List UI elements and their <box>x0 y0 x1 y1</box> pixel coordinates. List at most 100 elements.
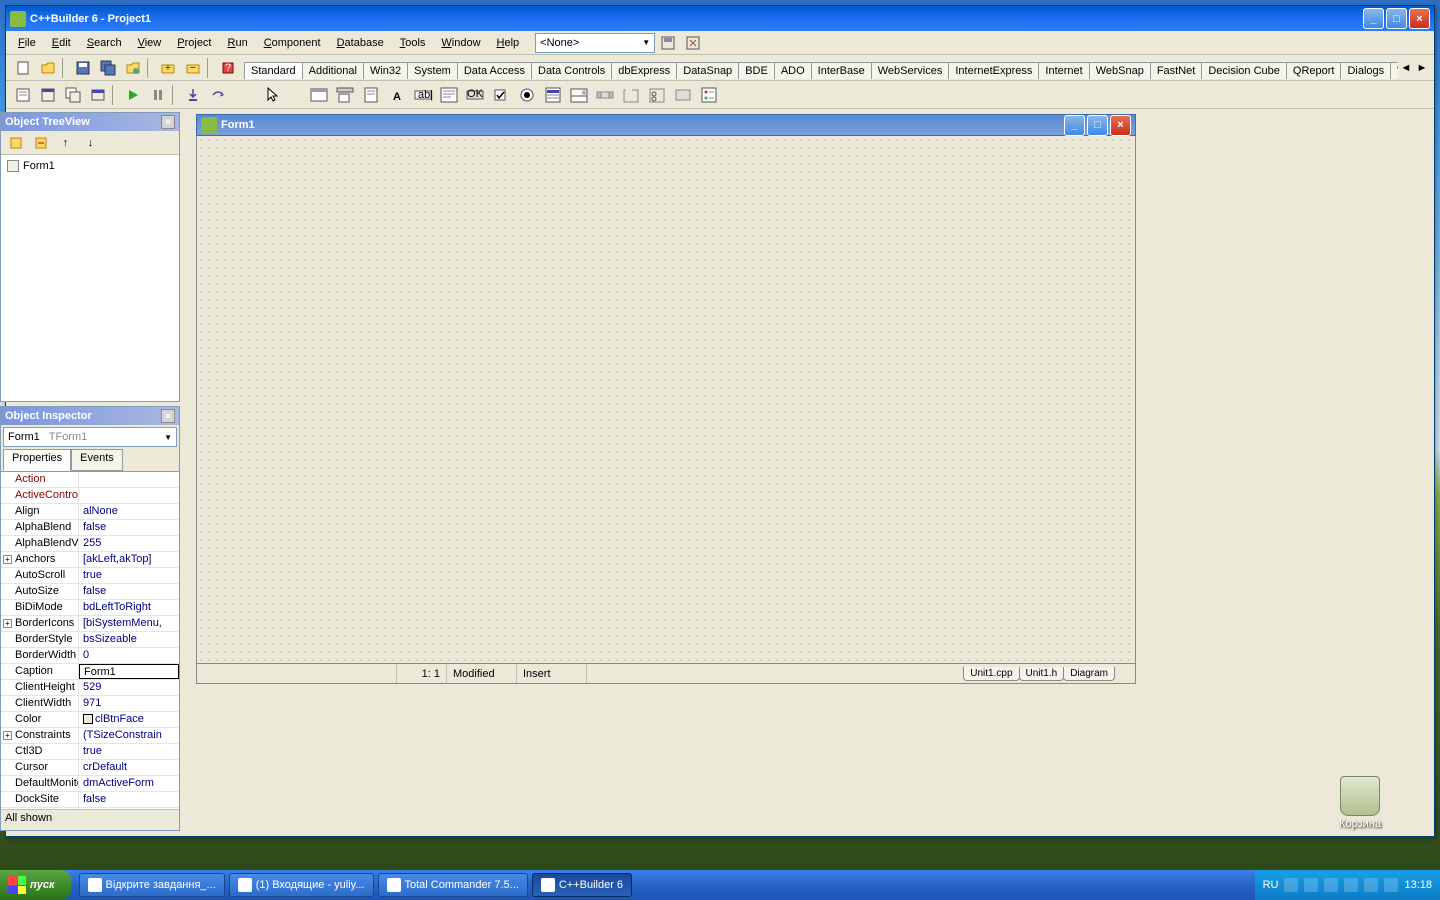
form-minimize-button[interactable]: _ <box>1064 115 1085 136</box>
palette-tab-win3[interactable]: Win 3... <box>1390 62 1398 79</box>
taskbar-button[interactable]: Відкрите завдання_... <box>79 873 225 897</box>
tab-diagram[interactable]: Diagram <box>1063 667 1115 681</box>
desktop-combo[interactable]: <None> ▼ <box>535 33 655 53</box>
palette-scroll-right-icon[interactable]: ► <box>1414 60 1430 76</box>
property-row[interactable]: ColorclBtnFace <box>1 712 179 728</box>
property-row[interactable]: AutoSizefalse <box>1 584 179 600</box>
pointer-icon[interactable] <box>260 82 286 108</box>
component-memo-icon[interactable] <box>436 82 462 108</box>
tray-icon[interactable] <box>1284 878 1298 892</box>
add-file-icon[interactable]: + <box>156 57 179 79</box>
property-row[interactable]: CaptionForm1 <box>1 664 179 680</box>
component-listbox-icon[interactable] <box>540 82 566 108</box>
palette-tab-system[interactable]: System <box>407 62 458 79</box>
form-maximize-button[interactable]: □ <box>1087 115 1108 136</box>
remove-file-icon[interactable]: − <box>181 57 204 79</box>
property-grid[interactable]: ActionActiveControlAlignalNoneAlphaBlend… <box>1 471 179 809</box>
property-value[interactable]: 0 <box>79 648 179 663</box>
taskbar-button[interactable]: C++Builder 6 <box>532 873 632 897</box>
component-label-icon[interactable]: A <box>384 82 410 108</box>
inspector-close-icon[interactable]: × <box>161 409 175 423</box>
component-mainmenu-icon[interactable] <box>332 82 358 108</box>
property-value[interactable]: alNone <box>79 504 179 519</box>
property-value[interactable]: clBtnFace <box>79 712 179 727</box>
component-actionlist-icon[interactable] <box>696 82 722 108</box>
palette-tab-qreport[interactable]: QReport <box>1286 62 1342 79</box>
property-row[interactable]: BiDiModebdLeftToRight <box>1 600 179 616</box>
property-value[interactable] <box>79 472 179 487</box>
menu-edit[interactable]: Edit <box>44 35 79 51</box>
trace-into-icon[interactable] <box>181 84 204 106</box>
palette-tab-internet[interactable]: Internet <box>1038 62 1089 79</box>
open-icon[interactable] <box>36 57 59 79</box>
tree-new-icon[interactable] <box>4 132 27 154</box>
palette-tab-dialogs[interactable]: Dialogs <box>1340 62 1391 79</box>
property-row[interactable]: ClientWidth971 <box>1 696 179 712</box>
property-row[interactable]: DefaultMonitordmActiveForm <box>1 776 179 792</box>
start-button[interactable]: пуск <box>0 870 71 900</box>
form-canvas[interactable] <box>196 136 1136 664</box>
component-popupmenu-icon[interactable] <box>358 82 384 108</box>
new-icon[interactable] <box>11 57 34 79</box>
menu-component[interactable]: Component <box>256 35 329 51</box>
saveall-icon[interactable] <box>96 57 119 79</box>
property-value[interactable]: [biSystemMenu, <box>79 616 179 631</box>
tray-icon[interactable] <box>1324 878 1338 892</box>
palette-tab-websnap[interactable]: WebSnap <box>1089 62 1151 79</box>
menu-project[interactable]: Project <box>169 35 219 51</box>
titlebar[interactable]: C++Builder 6 - Project1 _ □ × <box>6 6 1434 31</box>
palette-tab-fastnet[interactable]: FastNet <box>1150 62 1203 79</box>
menu-search[interactable]: Search <box>79 35 130 51</box>
tray-icon[interactable] <box>1364 878 1378 892</box>
save-desktop-icon[interactable] <box>656 32 679 54</box>
property-value[interactable]: crDefault <box>79 760 179 775</box>
component-radiogroup-icon[interactable] <box>644 82 670 108</box>
form-titlebar[interactable]: Form1 _ □ × <box>196 114 1136 136</box>
component-edit-icon[interactable]: ab| <box>410 82 436 108</box>
open-project-icon[interactable] <box>121 57 144 79</box>
property-row[interactable]: +Anchors[akLeft,akTop] <box>1 552 179 568</box>
run-icon[interactable] <box>121 84 144 106</box>
property-row[interactable]: DockSitefalse <box>1 792 179 808</box>
expand-icon[interactable]: + <box>3 555 12 564</box>
tree-item[interactable]: Form1 <box>5 159 175 173</box>
tab-events[interactable]: Events <box>71 449 123 471</box>
palette-tab-decisioncube[interactable]: Decision Cube <box>1201 62 1287 79</box>
tray-icon[interactable] <box>1384 878 1398 892</box>
palette-tab-win32[interactable]: Win32 <box>363 62 408 79</box>
property-value[interactable]: 971 <box>79 696 179 711</box>
treeview-close-icon[interactable]: × <box>161 115 175 129</box>
component-panel-icon[interactable] <box>670 82 696 108</box>
clock[interactable]: 13:18 <box>1404 879 1432 891</box>
property-value[interactable]: true <box>79 744 179 759</box>
component-combobox-icon[interactable] <box>566 82 592 108</box>
property-row[interactable]: +BorderIcons[biSystemMenu, <box>1 616 179 632</box>
property-row[interactable]: AlphaBlendValue255 <box>1 536 179 552</box>
property-row[interactable]: AlphaBlendfalse <box>1 520 179 536</box>
property-value[interactable]: dkDrag <box>79 808 179 809</box>
palette-tab-interbase[interactable]: InterBase <box>811 62 872 79</box>
menu-database[interactable]: Database <box>329 35 392 51</box>
system-tray[interactable]: RU 13:18 <box>1255 870 1440 900</box>
treeview-title[interactable]: Object TreeView × <box>1 113 179 131</box>
taskbar-button[interactable]: (1) Входящие - yuliy... <box>229 873 374 897</box>
tab-unit1cpp[interactable]: Unit1.cpp <box>963 667 1019 681</box>
property-value[interactable]: false <box>79 584 179 599</box>
property-row[interactable]: BorderWidth0 <box>1 648 179 664</box>
palette-tab-datasnap[interactable]: DataSnap <box>676 62 739 79</box>
recycle-bin[interactable]: Корзина <box>1330 776 1390 830</box>
property-row[interactable]: ActiveControl <box>1 488 179 504</box>
new-form-icon[interactable] <box>86 84 109 106</box>
minimize-button[interactable]: _ <box>1363 8 1384 29</box>
treeview-body[interactable]: Form1 <box>1 155 179 401</box>
tray-icon[interactable] <box>1344 878 1358 892</box>
tab-unit1h[interactable]: Unit1.h <box>1019 667 1065 681</box>
property-value[interactable]: (TSizeConstrain <box>79 728 179 743</box>
component-scrollbar-icon[interactable] <box>592 82 618 108</box>
property-value[interactable]: true <box>79 568 179 583</box>
palette-tab-standard[interactable]: Standard <box>244 62 303 79</box>
property-value[interactable]: bsSizeable <box>79 632 179 647</box>
expand-icon[interactable]: + <box>3 619 12 628</box>
save-icon[interactable] <box>71 57 94 79</box>
menu-help[interactable]: Help <box>489 35 528 51</box>
